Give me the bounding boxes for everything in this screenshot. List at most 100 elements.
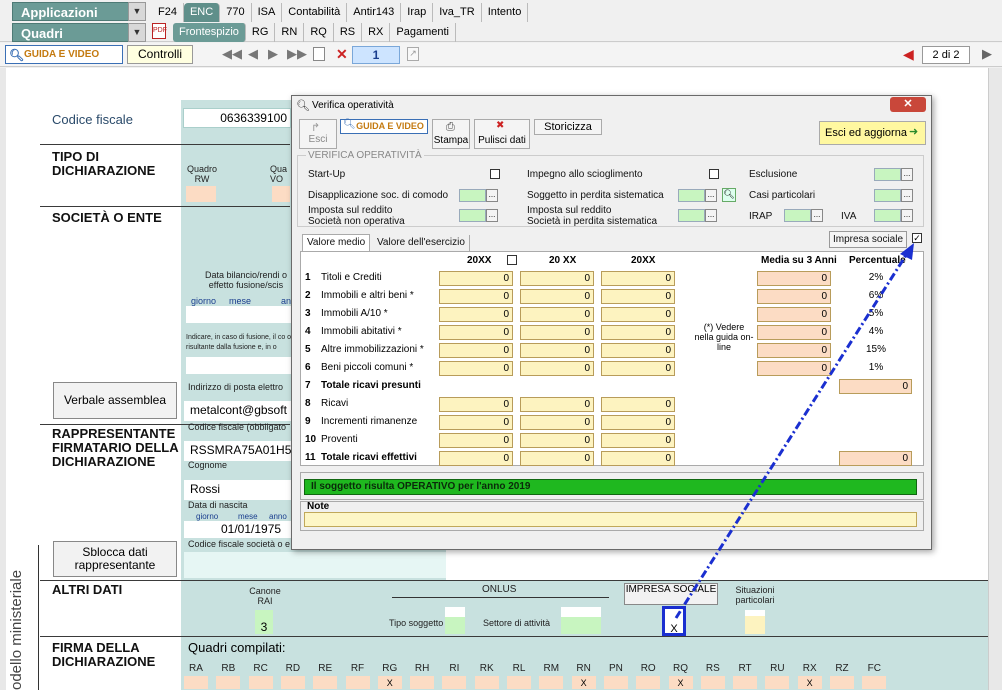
canone-field[interactable]: 3 bbox=[255, 610, 273, 634]
year1-field[interactable]: 0 bbox=[439, 325, 513, 340]
disapp-field[interactable] bbox=[459, 189, 486, 202]
tab-contabilita[interactable]: Contabilità bbox=[282, 3, 348, 22]
imposta2-field[interactable] bbox=[678, 209, 705, 222]
year1-field[interactable]: 0 bbox=[439, 433, 513, 448]
year1-field[interactable]: 0 bbox=[439, 451, 513, 466]
quadro-checkbox[interactable] bbox=[733, 676, 758, 689]
year2-field[interactable]: 0 bbox=[520, 343, 594, 358]
guida-video-button[interactable]: 🔍︎ GUIDA E VIDEO bbox=[5, 45, 123, 64]
year1-field[interactable]: 0 bbox=[439, 397, 513, 412]
esclusione-field[interactable] bbox=[874, 168, 901, 181]
tab-antir143[interactable]: Antir143 bbox=[347, 3, 402, 22]
year2-field[interactable]: 0 bbox=[520, 451, 594, 466]
year1-field[interactable]: 0 bbox=[439, 307, 513, 322]
tab-f24[interactable]: F24 bbox=[152, 3, 184, 22]
year3-field[interactable]: 0 bbox=[601, 289, 675, 304]
col1-checkbox[interactable] bbox=[507, 255, 517, 265]
year2-field[interactable]: 0 bbox=[520, 433, 594, 448]
year1-field[interactable]: 0 bbox=[439, 361, 513, 376]
year1-field[interactable]: 0 bbox=[439, 343, 513, 358]
quadro-checkbox[interactable] bbox=[507, 676, 531, 689]
irap-field[interactable] bbox=[784, 209, 811, 222]
soggetto-perdita-dots-button[interactable]: ... bbox=[705, 189, 717, 202]
year1-field[interactable]: 0 bbox=[439, 289, 513, 304]
year2-field[interactable]: 0 bbox=[520, 361, 594, 376]
quadri-dropdown[interactable]: Quadri bbox=[12, 23, 130, 42]
year2-field[interactable]: 0 bbox=[520, 325, 594, 340]
year3-field[interactable]: 0 bbox=[601, 451, 675, 466]
year1-field[interactable]: 0 bbox=[439, 271, 513, 286]
verbale-assemblea-button[interactable]: Verbale assemblea bbox=[53, 382, 177, 419]
prev-module-icon[interactable]: ◀ bbox=[903, 46, 914, 63]
tab-rg[interactable]: RG bbox=[246, 23, 276, 42]
tab-frontespizio[interactable]: Frontespizio bbox=[173, 23, 246, 42]
chevron-down-icon[interactable]: ▼ bbox=[128, 23, 146, 42]
year2-field[interactable]: 0 bbox=[520, 271, 594, 286]
codice-fiscale-field[interactable]: 0636339100 bbox=[183, 108, 291, 128]
page-number[interactable]: 1 bbox=[352, 46, 400, 64]
year2-field[interactable]: 0 bbox=[520, 307, 594, 322]
disapp-dots-button[interactable]: ... bbox=[486, 189, 498, 202]
close-button[interactable]: ✕ bbox=[890, 97, 926, 112]
tab-rn[interactable]: RN bbox=[275, 23, 305, 42]
imposta1-dots-button[interactable]: ... bbox=[486, 209, 498, 222]
tab-irap[interactable]: Irap bbox=[401, 3, 434, 22]
nascita-field[interactable]: 01/01/1975 bbox=[184, 521, 292, 538]
cf-societa-field[interactable] bbox=[184, 552, 446, 578]
imposta2-dots-button[interactable]: ... bbox=[705, 209, 717, 222]
quadro-checkbox[interactable] bbox=[474, 676, 499, 689]
quadro-checkbox[interactable] bbox=[700, 676, 725, 689]
quadro-checkbox[interactable] bbox=[603, 676, 628, 689]
casi-dots-button[interactable]: ... bbox=[901, 189, 913, 202]
prev-page-icon[interactable]: ◀ bbox=[248, 46, 258, 62]
quadro-checkbox[interactable] bbox=[345, 676, 370, 689]
quadro-vo-field[interactable] bbox=[272, 186, 290, 202]
quadro-checkbox[interactable] bbox=[313, 676, 338, 689]
quadro-checkbox[interactable]: X bbox=[571, 676, 596, 689]
esclusione-dots-button[interactable]: ... bbox=[901, 168, 913, 181]
next-page-icon[interactable]: ▶ bbox=[268, 46, 278, 62]
chevron-down-icon[interactable]: ▼ bbox=[128, 2, 146, 21]
first-page-icon[interactable]: ◀◀ bbox=[222, 46, 242, 62]
tab-rx[interactable]: RX bbox=[362, 23, 391, 42]
tipo-soggetto-field[interactable] bbox=[445, 607, 465, 634]
year2-field[interactable]: 0 bbox=[520, 289, 594, 304]
irap-dots-button[interactable]: ... bbox=[811, 209, 823, 222]
year3-field[interactable]: 0 bbox=[601, 433, 675, 448]
year3-field[interactable]: 0 bbox=[601, 325, 675, 340]
zoom-icon[interactable]: 🔍︎ bbox=[722, 188, 736, 202]
pdf-icon[interactable]: PDF bbox=[152, 23, 167, 39]
year3-field[interactable]: 0 bbox=[601, 415, 675, 430]
quadro-checkbox[interactable] bbox=[539, 676, 564, 689]
settore-field[interactable] bbox=[561, 607, 601, 634]
quadro-checkbox[interactable] bbox=[442, 676, 467, 689]
tab-rs[interactable]: RS bbox=[334, 23, 363, 42]
last-page-icon[interactable]: ▶▶ bbox=[287, 46, 307, 62]
tab-intento[interactable]: Intento bbox=[482, 3, 529, 22]
tab-pagamenti[interactable]: Pagamenti bbox=[390, 23, 456, 42]
quadro-checkbox[interactable] bbox=[216, 676, 241, 689]
impegno-checkbox[interactable] bbox=[709, 169, 719, 179]
controlli-button[interactable]: Controlli bbox=[127, 45, 193, 64]
goto-page-icon[interactable]: ↗ bbox=[407, 47, 419, 61]
year1-field[interactable]: 0 bbox=[439, 415, 513, 430]
email-field[interactable]: metalcont@gbsoft bbox=[184, 401, 292, 421]
iva-dots-button[interactable]: ... bbox=[901, 209, 913, 222]
scrollbar[interactable] bbox=[988, 68, 1002, 690]
cognome-field[interactable]: Rossi bbox=[184, 480, 292, 500]
sblocca-dati-button[interactable]: Sblocca dati rappresentante bbox=[53, 541, 177, 577]
year2-field[interactable]: 0 bbox=[520, 397, 594, 412]
year3-field[interactable]: 0 bbox=[601, 271, 675, 286]
soggetto-perdita-field[interactable] bbox=[678, 189, 705, 202]
quadro-checkbox[interactable] bbox=[636, 676, 661, 689]
quadro-rw-field[interactable] bbox=[186, 186, 216, 202]
quadro-checkbox[interactable] bbox=[862, 676, 887, 689]
startup-checkbox[interactable] bbox=[490, 169, 500, 179]
tab-rq[interactable]: RQ bbox=[304, 23, 334, 42]
applicazioni-dropdown[interactable]: Applicazioni bbox=[12, 2, 130, 21]
quadro-checkbox[interactable]: X bbox=[377, 676, 402, 689]
next-module-icon[interactable]: ▶ bbox=[982, 46, 992, 62]
tab-isa[interactable]: ISA bbox=[252, 3, 283, 22]
quadro-checkbox[interactable] bbox=[184, 676, 208, 689]
tab-valore-medio[interactable]: Valore medio bbox=[302, 234, 371, 251]
